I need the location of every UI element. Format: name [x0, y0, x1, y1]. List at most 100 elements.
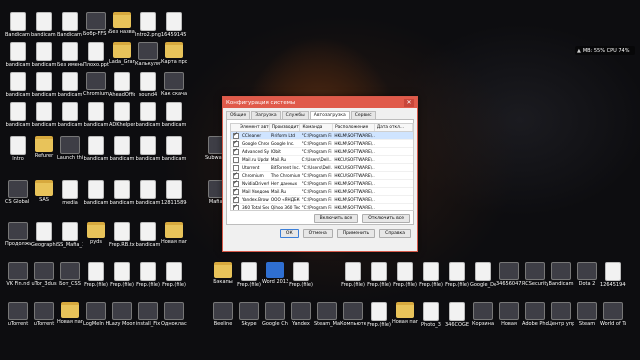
desktop-icon[interactable]: CS Global Offensive — [5, 180, 31, 205]
desktop-icon[interactable]: 164591457 — [161, 12, 187, 38]
desktop-icon[interactable]: uTorrent — [31, 302, 57, 327]
desktop-icon[interactable]: bandicam — [135, 102, 161, 128]
desktop-icon[interactable]: Бот_СSS — [57, 262, 83, 287]
desktop-icon[interactable]: bandicam — [5, 42, 31, 68]
column-header-publisher[interactable]: Производитель — [270, 124, 301, 131]
desktop-icon[interactable]: Refurer — [31, 136, 57, 159]
startup-checkbox[interactable] — [233, 156, 239, 163]
desktop-icon[interactable]: Как скачать windows 7 — [161, 72, 187, 97]
desktop-icon[interactable]: Bandicam 2016-02-1 — [5, 12, 31, 38]
desktop-icon[interactable]: Skype — [236, 302, 262, 327]
desktop-icon[interactable]: bandicam — [57, 72, 83, 98]
desktop-icon[interactable]: AheadOffice — [109, 72, 135, 98]
desktop-icon[interactable]: bandicam — [83, 180, 109, 206]
desktop-icon[interactable]: bandicam — [83, 102, 109, 128]
table-row[interactable]: Chromium The Chromium..."C:\Program Fil..… — [231, 171, 413, 180]
desktop-icon[interactable]: Yandex — [288, 302, 314, 327]
desktop-icon[interactable]: Steam_Mafia — [314, 302, 340, 327]
desktop-icon[interactable]: Без имени-1.psd — [57, 42, 83, 68]
desktop-icon[interactable]: uTor_3dus — [31, 262, 57, 287]
desktop-icon[interactable]: Компьютер — [340, 302, 366, 327]
desktop-icon[interactable]: Frep.(file) — [340, 262, 366, 288]
window-titlebar[interactable]: Конфигурация системы ✕ — [223, 97, 417, 108]
desktop-icon[interactable]: Google_Deb — [470, 262, 496, 288]
desktop-icon[interactable]: 346560472 — [496, 262, 522, 287]
desktop-icon[interactable]: SAS — [31, 180, 57, 203]
desktop-icon[interactable]: bandicam — [57, 102, 83, 128]
desktop-icon[interactable]: 1281158946 — [161, 180, 187, 206]
desktop-icon[interactable]: Frep.(file) — [135, 262, 161, 288]
desktop-icon[interactable]: bandicam — [83, 136, 109, 162]
desktop-icon[interactable]: media — [57, 180, 83, 206]
desktop-icon[interactable]: bandicam 2016-02-1 — [31, 12, 57, 38]
table-row[interactable]: Yandex.Brows...ООО «ЯНДЕКС»"C:\Program F… — [231, 195, 413, 204]
table-row[interactable]: CCleaner Piriform Ltd "C:\Program Fil...HK… — [231, 131, 413, 140]
desktop-icon[interactable]: bandicam — [135, 180, 161, 206]
desktop-icon[interactable]: Bandicam 2016-02-1 — [57, 12, 83, 38]
desktop-icon[interactable]: bandicam — [31, 102, 57, 128]
desktop-icon[interactable]: Карта проблемы — [161, 42, 187, 65]
desktop-icon[interactable]: Frep.(file) — [366, 262, 392, 288]
desktop-icon[interactable]: Frep.(file) — [418, 262, 444, 288]
desktop-icon[interactable]: Frep.(file) — [161, 262, 187, 288]
desktop-icon[interactable]: Без названия — [109, 12, 135, 35]
desktop-icon[interactable]: Intro — [5, 136, 31, 162]
desktop-icon[interactable]: Калькулятор — [135, 42, 161, 67]
desktop-icon[interactable]: bandicam — [5, 72, 31, 98]
desktop-icon[interactable]: Google Chrome — [262, 302, 288, 327]
desktop-icon[interactable]: bandicam — [5, 102, 31, 128]
desktop-icon[interactable]: sound4 — [135, 72, 161, 98]
desktop-icon[interactable]: Frep.(file) — [444, 262, 470, 288]
table-row[interactable]: Mail.ru Update...Mail.Ru C:\Users\Dell...… — [231, 156, 413, 164]
desktop-icon[interactable]: Word 2013 — [262, 262, 288, 285]
desktop-icon[interactable]: Новая папка — [392, 302, 418, 325]
desktop-icon[interactable]: Chromium — [83, 72, 109, 97]
table-row[interactable]: 360 Total Sec...Qihoo 360 Tech..."C:\Pro… — [231, 203, 413, 210]
desktop-icon[interactable]: bandicam — [31, 42, 57, 68]
table-row[interactable]: NvidiaDriverU...Нет данных"C:\Program Fi… — [231, 179, 413, 188]
desktop-icon[interactable]: bandicam — [135, 222, 161, 248]
desktop-icon[interactable]: Intro2.png — [135, 12, 161, 38]
desktop-icon[interactable]: Lazy Moon — [109, 302, 135, 327]
desktop-icon[interactable]: RCSecurity — [522, 262, 548, 287]
disable-all-button[interactable]: Отключить все — [362, 214, 410, 223]
desktop-icon[interactable]: uTorrent — [5, 302, 31, 327]
desktop-icon[interactable]: Одноклассники — [161, 302, 187, 327]
help-button[interactable]: Справка — [379, 229, 411, 238]
system-monitor-widget[interactable]: ▲ MB: 55% CPU 74% — [575, 46, 635, 55]
desktop-icon[interactable]: bandicam — [109, 136, 135, 162]
desktop-icon[interactable]: Lada_Granta — [109, 42, 135, 65]
desktop-icon[interactable]: LogMeIn Hamachi — [83, 302, 109, 327]
desktop-icon[interactable]: Новая папка 2 — [161, 222, 187, 245]
startup-checkbox[interactable] — [233, 147, 239, 155]
desktop-icon[interactable]: SS_Mafia_1 — [57, 222, 83, 248]
ok-button[interactable]: ОК — [279, 229, 299, 238]
desktop-icon[interactable]: Плохо.pptx — [83, 42, 109, 68]
desktop-icon[interactable]: Продолжить использование — [5, 222, 31, 247]
column-header-location[interactable]: Расположение — [333, 124, 375, 131]
desktop-icon[interactable]: bandicam — [135, 136, 161, 162]
desktop-icon[interactable]: Новая папка — [57, 302, 83, 325]
desktop-icon[interactable]: VK Fin.nd — [5, 262, 31, 287]
desktop-icon[interactable]: Бэкапы — [210, 262, 236, 285]
tab-services[interactable]: Службы — [281, 111, 309, 119]
desktop-icon[interactable]: bandicam — [31, 72, 57, 98]
table-row[interactable]: Utorrent BitTorrent Inc. "C:\Users\Dell...… — [231, 164, 413, 172]
desktop-icon[interactable]: Frep.(file) — [288, 262, 314, 288]
desktop-icon[interactable]: Бобр-FFS V0.5 — [83, 12, 109, 37]
desktop-icon[interactable]: Adobe Photoshop — [522, 302, 548, 327]
tab-general[interactable]: Общие — [226, 111, 251, 119]
desktop-icon[interactable]: Frep.(file) — [392, 262, 418, 288]
table-row[interactable]: Advanced Syst...IObit "C:\Program Fil...H… — [231, 147, 413, 156]
desktop-icon[interactable]: Frep.RB.txt — [109, 222, 135, 248]
desktop-icon[interactable]: Frep.(file) — [109, 262, 135, 288]
desktop-icon[interactable]: 1264519461 — [600, 262, 626, 288]
tab-boot[interactable]: Загрузка — [251, 111, 281, 119]
table-row[interactable]: Google ChromeGoogle Inc. "C:\Program Fil.… — [231, 139, 413, 148]
apply-button[interactable]: Применить — [336, 229, 376, 238]
close-icon[interactable]: ✕ — [404, 98, 414, 107]
tab-startup[interactable]: Автозагрузка — [309, 111, 350, 119]
desktop-icon[interactable]: install_Fix — [135, 302, 161, 327]
column-header-date-disabled[interactable]: Дата откл... — [375, 124, 413, 131]
desktop-icon[interactable]: 346COGE — [444, 302, 470, 328]
